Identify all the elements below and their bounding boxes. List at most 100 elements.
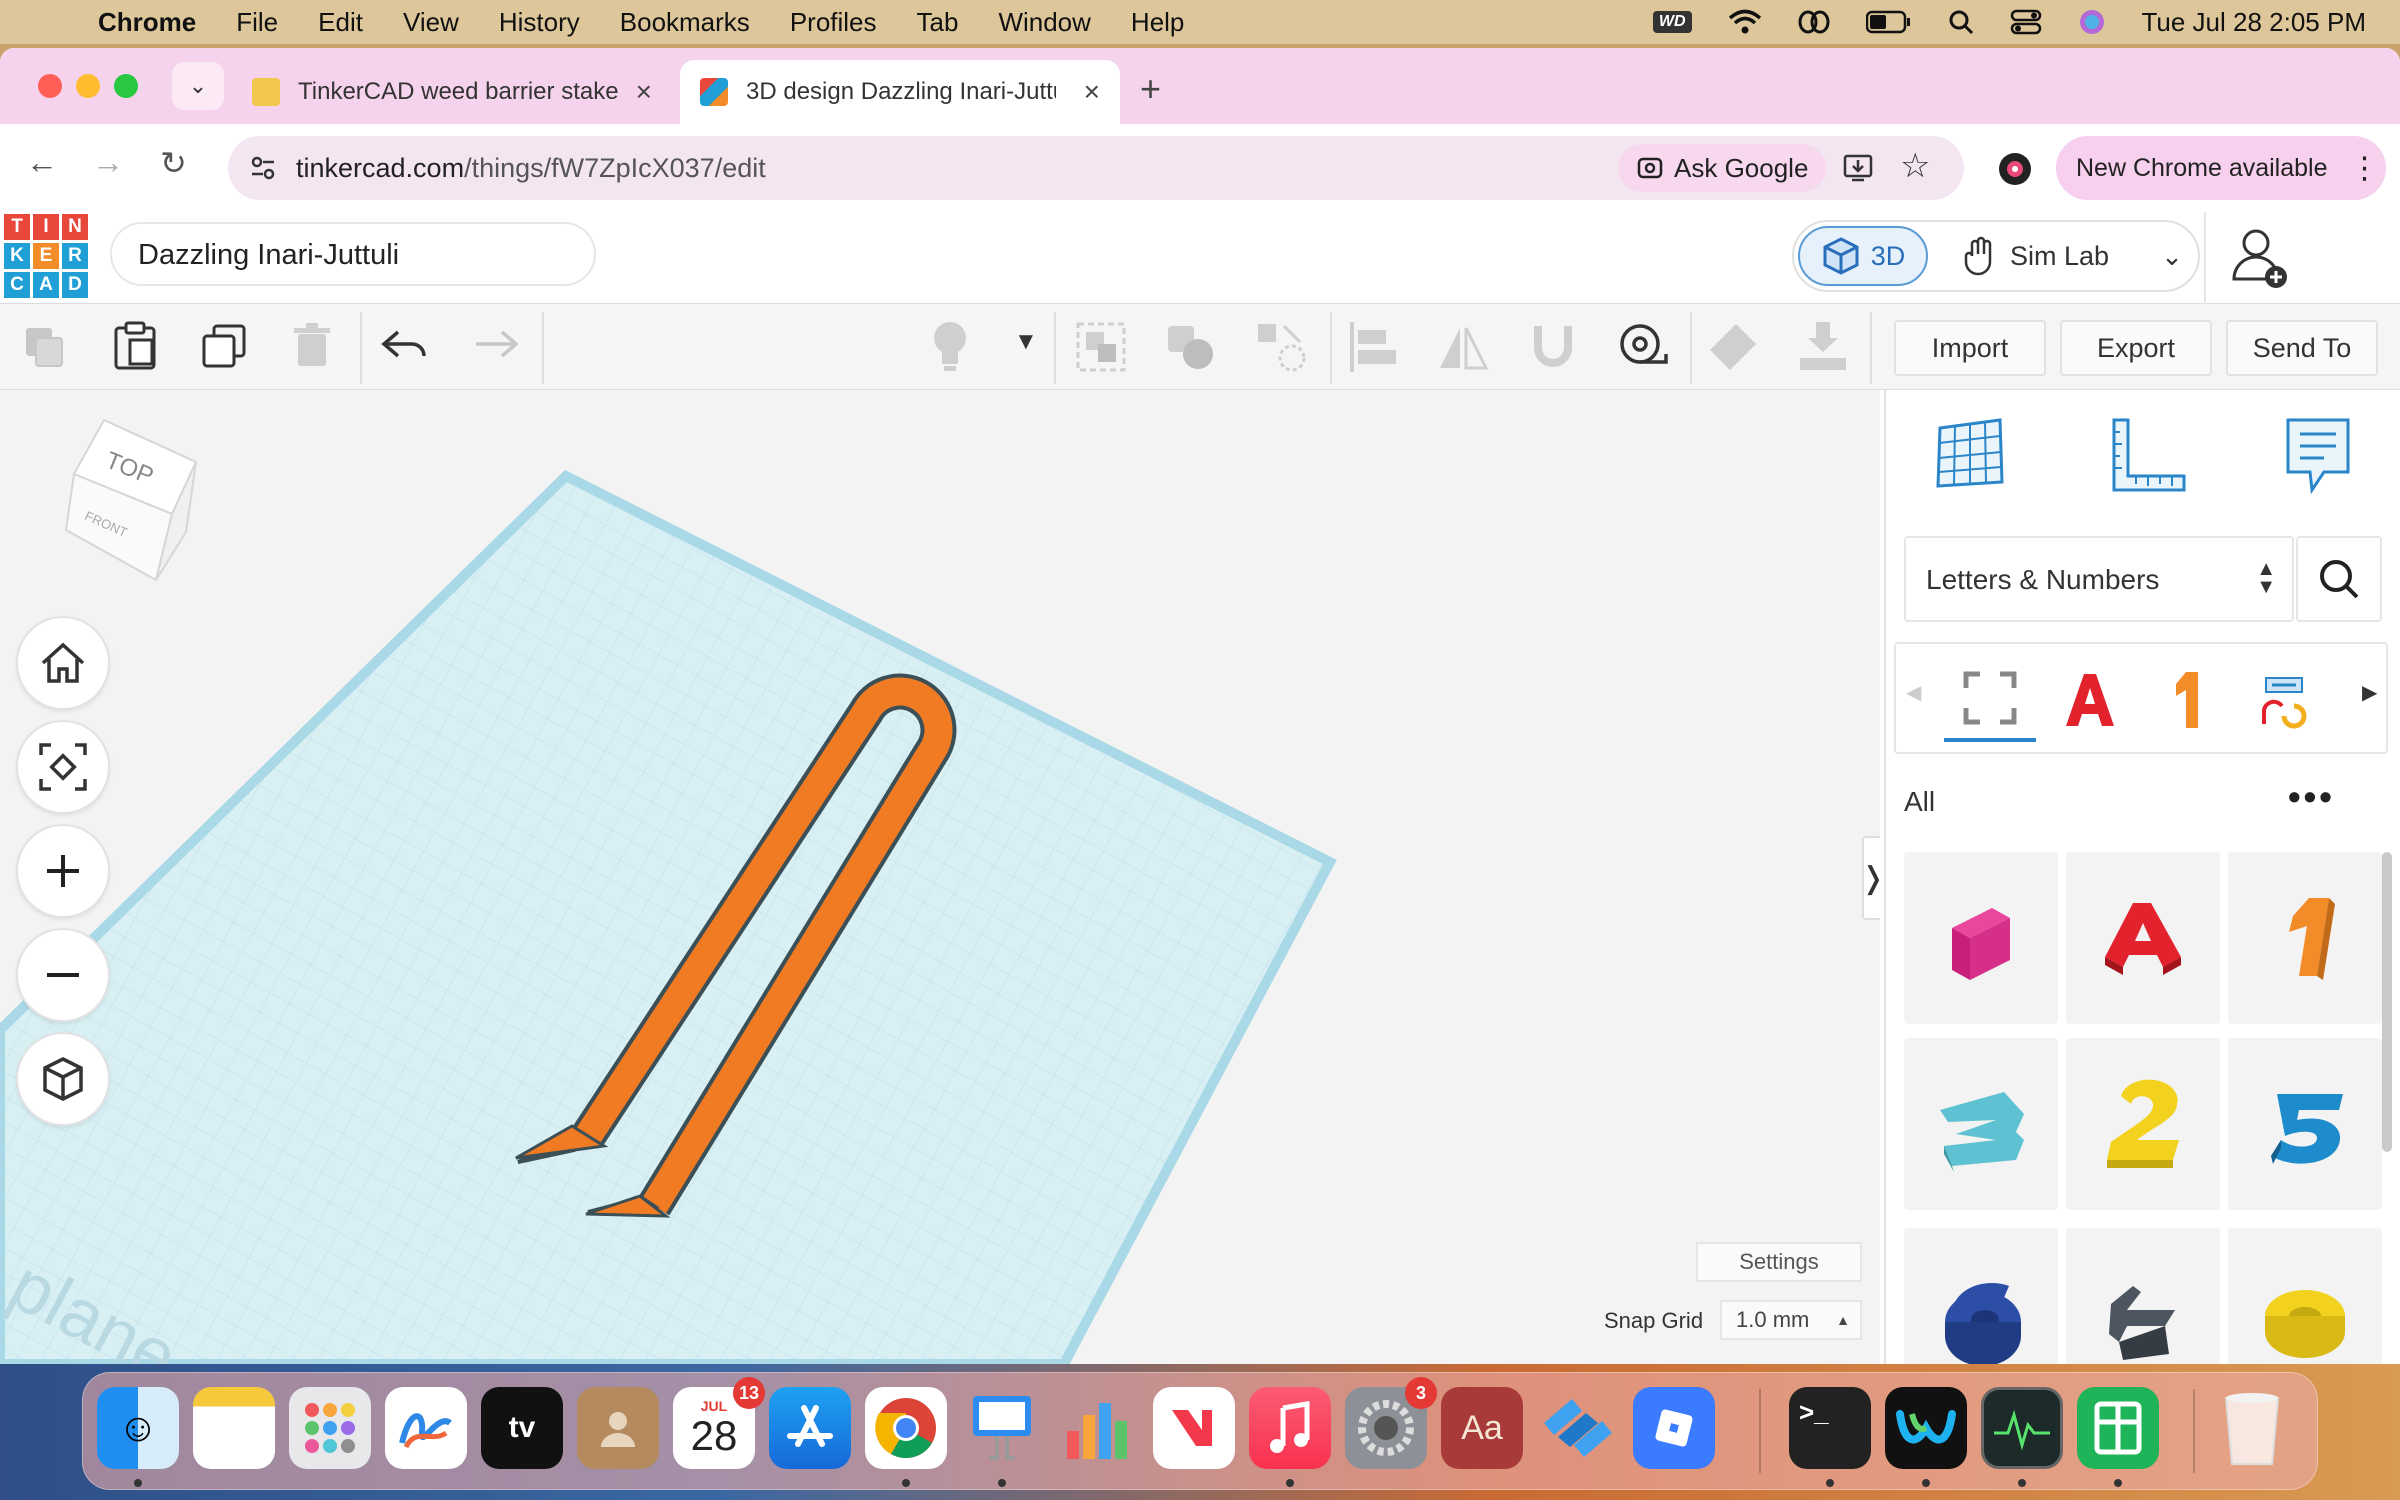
light-bulb-icon[interactable]: [930, 318, 970, 374]
battery-icon[interactable]: [1865, 10, 1912, 34]
url-text[interactable]: tinkercad.com/things/fW7ZpIcX037/edit: [296, 153, 766, 184]
export-button[interactable]: Export: [2060, 320, 2212, 376]
shape-tile-number-7[interactable]: [2066, 1228, 2220, 1364]
new-tab-button[interactable]: +: [1140, 68, 1161, 110]
back-arrow-icon[interactable]: ←: [26, 144, 58, 181]
close-tab-icon[interactable]: ×: [636, 76, 652, 108]
mode-3d-button[interactable]: 3D: [1798, 226, 1928, 286]
menu-profiles[interactable]: Profiles: [790, 7, 877, 38]
numbers-icon[interactable]: [2077, 1387, 2159, 1469]
delete-trash-icon[interactable]: [292, 322, 332, 370]
chrome-icon[interactable]: [865, 1387, 947, 1469]
shape-tile-number-2[interactable]: [2066, 1038, 2220, 1210]
terminal-icon[interactable]: >_: [1789, 1387, 1871, 1469]
butterfly-icon[interactable]: [1798, 10, 1830, 34]
calendar-icon[interactable]: JUL 28 13: [673, 1377, 765, 1469]
ruler-tape-icon[interactable]: [1616, 320, 1670, 374]
ungroup-icon[interactable]: [1164, 322, 1218, 372]
design-name-field[interactable]: Dazzling Inari-Juttuli: [110, 222, 596, 286]
panel-scrollbar[interactable]: [2382, 852, 2392, 1152]
spotlight-search-icon[interactable]: [1948, 9, 1974, 35]
menu-file[interactable]: File: [236, 7, 278, 38]
shape-tile-number-1[interactable]: [2228, 852, 2382, 1024]
menu-edit[interactable]: Edit: [318, 7, 363, 38]
music-icon[interactable]: [1249, 1387, 1331, 1469]
paste-icon[interactable]: [112, 320, 158, 372]
chrome-menu-icon[interactable]: ⋮: [2350, 151, 2380, 186]
view-cube[interactable]: TOP FRONT: [34, 412, 204, 582]
siri-icon[interactable]: [2078, 8, 2106, 36]
app-store-icon[interactable]: [769, 1387, 851, 1469]
zoom-window-button[interactable]: [114, 74, 138, 98]
forward-arrow-icon[interactable]: →: [92, 144, 124, 181]
apple-tv-icon[interactable]: tv: [481, 1387, 563, 1469]
bookmark-star-icon[interactable]: ☆: [1900, 146, 1930, 186]
minimize-window-button[interactable]: [76, 74, 100, 98]
install-app-icon[interactable]: [1842, 152, 1874, 184]
shape-tile-number-0[interactable]: [2228, 1228, 2382, 1364]
menu-bookmarks[interactable]: Bookmarks: [620, 7, 750, 38]
more-options-icon[interactable]: •••: [2288, 776, 2335, 818]
ruler-icon[interactable]: [2106, 414, 2190, 498]
launchpad-icon[interactable]: [289, 1387, 371, 1469]
wd-drive-icon[interactable]: WD: [1652, 11, 1692, 33]
collapse-panel-chevron-icon[interactable]: ❭: [1860, 836, 1880, 920]
roblox-studio-icon[interactable]: [1537, 1387, 1619, 1469]
site-info-icon[interactable]: [250, 156, 276, 180]
tab-all-shapes[interactable]: [1944, 654, 2036, 744]
numbers-chart-icon[interactable]: [1057, 1387, 1139, 1469]
sim-lab-button[interactable]: Sim Lab ⌄: [1962, 226, 2183, 286]
menu-view[interactable]: View: [403, 7, 459, 38]
menu-help[interactable]: Help: [1131, 7, 1184, 38]
align-shapes-icon[interactable]: [1254, 320, 1308, 374]
close-window-button[interactable]: [38, 74, 62, 98]
workplane-grid[interactable]: plane: [0, 390, 1880, 1364]
snap-grid-select[interactable]: 1.0 mm ▲: [1720, 1300, 1862, 1340]
shape-category-select[interactable]: Letters & Numbers ▲ ▼: [1904, 536, 2294, 622]
scroll-left-icon[interactable]: ◀: [1906, 680, 1921, 705]
close-tab-icon[interactable]: ×: [1084, 76, 1100, 108]
notes-icon[interactable]: [193, 1387, 275, 1469]
light-dropdown-icon[interactable]: ▼: [1014, 328, 1038, 356]
dictionary-icon[interactable]: Aa: [1441, 1387, 1523, 1469]
trash-icon[interactable]: [2211, 1387, 2293, 1469]
chevron-down-icon[interactable]: ⌄: [2161, 241, 2183, 272]
group-icon[interactable]: [1074, 320, 1128, 374]
menu-history[interactable]: History: [499, 7, 580, 38]
note-icon[interactable]: [1706, 320, 1760, 374]
tab-search-chevron-icon[interactable]: ⌄: [172, 62, 224, 110]
tab-3d-design-active[interactable]: 3D design Dazzling Inari-Juttuli ×: [680, 60, 1120, 124]
workspace-3d-view[interactable]: plane TOP FRONT Settings Snap Grid 1.0 m…: [0, 390, 1880, 1364]
tinkercad-logo[interactable]: T I N K E R C A D: [4, 214, 88, 298]
ask-google-button[interactable]: Ask Google: [1618, 144, 1827, 192]
number-1-tab-icon[interactable]: [2166, 668, 2210, 732]
zoom-in-button[interactable]: [16, 824, 110, 918]
notes-comment-icon[interactable]: [2282, 414, 2354, 498]
import-button[interactable]: Import: [1894, 320, 2046, 376]
reload-icon[interactable]: ↻: [160, 144, 187, 182]
activity-monitor-icon[interactable]: [1981, 1387, 2063, 1469]
user-account-button[interactable]: [2204, 212, 2314, 304]
mirror-icon[interactable]: [1436, 320, 1490, 374]
profile-avatar-icon[interactable]: [1998, 152, 2032, 186]
roblox-icon[interactable]: [1633, 1387, 1715, 1469]
new-chrome-available-button[interactable]: New Chrome available ⋮: [2056, 136, 2386, 200]
zoom-out-button[interactable]: [16, 928, 110, 1022]
tab-weed-barrier[interactable]: TinkerCAD weed barrier stake ×: [232, 60, 672, 124]
fit-view-button[interactable]: [16, 720, 110, 814]
menubar-clock[interactable]: Tue Jul 28 2:05 PM: [2142, 7, 2367, 38]
shape-tile-box[interactable]: [1904, 852, 2058, 1024]
home-view-button[interactable]: [16, 616, 110, 710]
copy-icon[interactable]: [22, 324, 68, 370]
letter-a-tab-icon[interactable]: [2062, 670, 2118, 730]
menu-app-chrome[interactable]: Chrome: [98, 7, 196, 38]
cruise-magnet-icon[interactable]: [1526, 320, 1580, 374]
scroll-right-icon[interactable]: ▶: [2362, 680, 2377, 705]
shape-tile-letter-a[interactable]: [2066, 852, 2220, 1024]
undo-icon[interactable]: [380, 328, 430, 364]
shape-tile-number-3[interactable]: [1904, 1038, 2058, 1210]
system-settings-icon[interactable]: 3: [1345, 1377, 1437, 1469]
send-to-button[interactable]: Send To: [2226, 320, 2378, 376]
shape-search-button[interactable]: [2296, 536, 2382, 622]
news-icon[interactable]: [1153, 1387, 1235, 1469]
